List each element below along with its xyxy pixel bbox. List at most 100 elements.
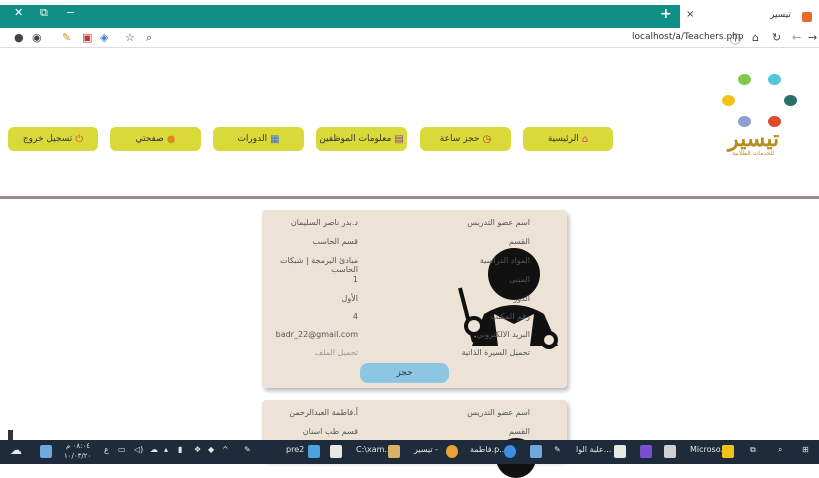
nav-logout-label: تسجيل خروج <box>22 134 73 144</box>
nav-my-page-button[interactable]: صفحتي ● <box>110 127 201 151</box>
calendar-app-icon[interactable] <box>330 445 342 458</box>
label-name: اسم عضو التدريس <box>467 408 530 417</box>
nav-home-button[interactable]: الرئيسية ⌂ <box>523 127 613 151</box>
app-icon[interactable] <box>530 445 542 458</box>
url-field[interactable]: localhost/a/Teachers.php <box>632 32 744 42</box>
chrome-icon[interactable] <box>446 445 458 458</box>
search-icon[interactable]: ⌕ <box>146 31 152 45</box>
nav-book-hour-button[interactable]: حجز ساعة ◷ <box>420 127 511 151</box>
teacher-department: قسم الحاسب <box>312 237 358 246</box>
label-department: القسم <box>508 237 530 246</box>
cloud-icon[interactable]: ☁ <box>10 443 22 457</box>
volume-icon[interactable]: ◁) <box>134 445 143 454</box>
keyboard-icon[interactable]: ▭ <box>118 445 126 454</box>
home-icon[interactable]: ⌂ <box>752 31 759 44</box>
window-restore-button[interactable]: ⧉ <box>40 6 48 20</box>
task-view-icon[interactable]: ⧉ <box>750 445 756 455</box>
nav-courses-button[interactable]: الدورات ▦ <box>213 127 304 151</box>
logo-name: تيسير <box>728 126 780 152</box>
book-button[interactable]: حجز <box>360 363 449 383</box>
logo-dot <box>784 95 797 106</box>
taskbar-item[interactable]: تيسير - <box>414 445 438 454</box>
mail-icon[interactable] <box>614 445 626 458</box>
teacher-email[interactable]: badr_22@gmail.com <box>262 330 358 339</box>
address-bar: ● ◉ ✎ ▣ ◈ ☆ ⌕ localhost/a/Teachers.php ⓘ… <box>0 28 819 48</box>
nav-logout-button[interactable]: تسجيل خروج ⏻ <box>8 127 98 151</box>
media-icon[interactable] <box>664 445 676 458</box>
site-favicon-icon <box>802 12 812 22</box>
section-divider <box>0 196 819 199</box>
start-icon[interactable]: ⊞ <box>802 445 809 454</box>
logo-tagline: للخدمات الطلابية <box>732 150 775 157</box>
label-name: اسم عضو التدريس <box>467 218 530 227</box>
edge-icon[interactable] <box>504 445 516 458</box>
nav-book-hour-label: حجز ساعة <box>439 134 480 144</box>
clock-icon: ◷ <box>482 133 492 145</box>
app-icon[interactable] <box>40 445 52 458</box>
new-tab-button[interactable]: + <box>660 6 672 22</box>
explorer-icon[interactable] <box>388 445 400 458</box>
logo-dot <box>722 95 735 106</box>
shield-icon[interactable]: ▣ <box>82 31 92 44</box>
tab-title[interactable]: تيسير <box>770 10 791 20</box>
store-icon[interactable] <box>722 445 734 458</box>
app-icon[interactable] <box>308 445 320 458</box>
logo-dot <box>738 74 751 85</box>
os-taskbar: ☁ ٠٨:٠٤ م ١٠/٠٣/٢٠ ع ▭ ◁) ☁ ▴ ▮ ❖ ◆ ^ ✎ … <box>0 440 819 464</box>
network-icon[interactable]: ▴ <box>164 445 168 454</box>
info-icon[interactable]: ⓘ <box>730 31 741 47</box>
clock-time[interactable]: ٠٨:٠٤ م <box>66 442 90 450</box>
taskbar-item[interactable]: فاطمة.p... <box>470 445 507 454</box>
browser-tab-bar: ✕ ⧉ − + × تيسير <box>0 0 819 28</box>
taskbar-item[interactable]: C:\xam... <box>356 445 392 454</box>
tray-up-icon[interactable]: ^ <box>222 445 229 454</box>
tab-strip <box>0 5 680 28</box>
label-floor: الدور <box>513 294 530 303</box>
pen-icon[interactable]: ✎ <box>244 445 251 454</box>
nav-staff-info-button[interactable]: معلومات الموظفين ▤ <box>316 127 407 151</box>
teacher-card: اسم عضو التدريس د.بدر ناصر السليمان القس… <box>262 210 567 388</box>
clock-date[interactable]: ١٠/٠٣/٢٠ <box>64 452 91 460</box>
shield-tray-icon[interactable]: ◆ <box>208 445 214 454</box>
cv-download-link[interactable]: تحميل الملف <box>262 348 358 357</box>
teacher-name: د.بدر ناصر السليمان <box>290 218 358 227</box>
label-subjects: المواد الدراسية <box>479 256 530 265</box>
taskbar-item[interactable]: علبة الوا... <box>576 445 611 454</box>
language-icon[interactable]: ع <box>104 445 109 454</box>
battery-icon[interactable]: ▮ <box>178 445 182 454</box>
label-department: القسم <box>508 427 530 436</box>
vpn-icon[interactable]: ◈ <box>100 31 108 44</box>
nav-courses-label: الدورات <box>237 134 268 144</box>
label-cv: تحميل السيرة الذاتية <box>461 348 530 357</box>
nav-home-label: الرئيسية <box>547 134 579 144</box>
window-minimize-button[interactable]: − <box>66 6 75 19</box>
back-icon[interactable]: → <box>808 31 817 44</box>
forward-icon[interactable]: ← <box>792 31 801 44</box>
tab-close-button[interactable]: × <box>686 9 694 20</box>
teacher-department: قسم طب اسنان <box>302 427 358 436</box>
window-close-button[interactable]: ✕ <box>14 6 23 19</box>
app-icon[interactable] <box>640 445 652 458</box>
taskbar-item[interactable]: pre2 <box>286 445 304 454</box>
reload-icon[interactable]: ↻ <box>772 31 781 44</box>
extension-icon[interactable]: ● <box>14 31 24 44</box>
teacher-office: 4 <box>352 312 358 321</box>
dropbox-icon[interactable]: ❖ <box>194 445 201 454</box>
label-email: البريد الالكتروني <box>476 330 530 339</box>
power-icon: ⏻ <box>75 133 84 145</box>
bookmark-star-icon[interactable]: ☆ <box>125 31 135 44</box>
account-icon[interactable]: ◉ <box>32 31 42 44</box>
home-icon: ⌂ <box>581 133 589 145</box>
teacher-building: 1 <box>352 275 358 284</box>
logo-dot <box>768 74 781 85</box>
nav-staff-info-label: معلومات الموظفين <box>319 134 392 144</box>
cloud-sync-icon[interactable]: ☁ <box>150 445 158 454</box>
teacher-subjects: مبادئ البرمجة | شبكات الحاسب <box>279 256 358 274</box>
label-building: المبنى <box>509 275 530 284</box>
search-icon[interactable]: ⌕ <box>778 445 782 455</box>
teacher-floor: الأول <box>341 294 358 303</box>
pen-app-icon[interactable]: ✎ <box>554 445 561 454</box>
wrench-icon[interactable]: ✎ <box>62 31 71 44</box>
briefcase-icon: ▤ <box>394 133 404 145</box>
site-logo[interactable]: تيسير للخدمات الطلابية <box>718 70 800 160</box>
